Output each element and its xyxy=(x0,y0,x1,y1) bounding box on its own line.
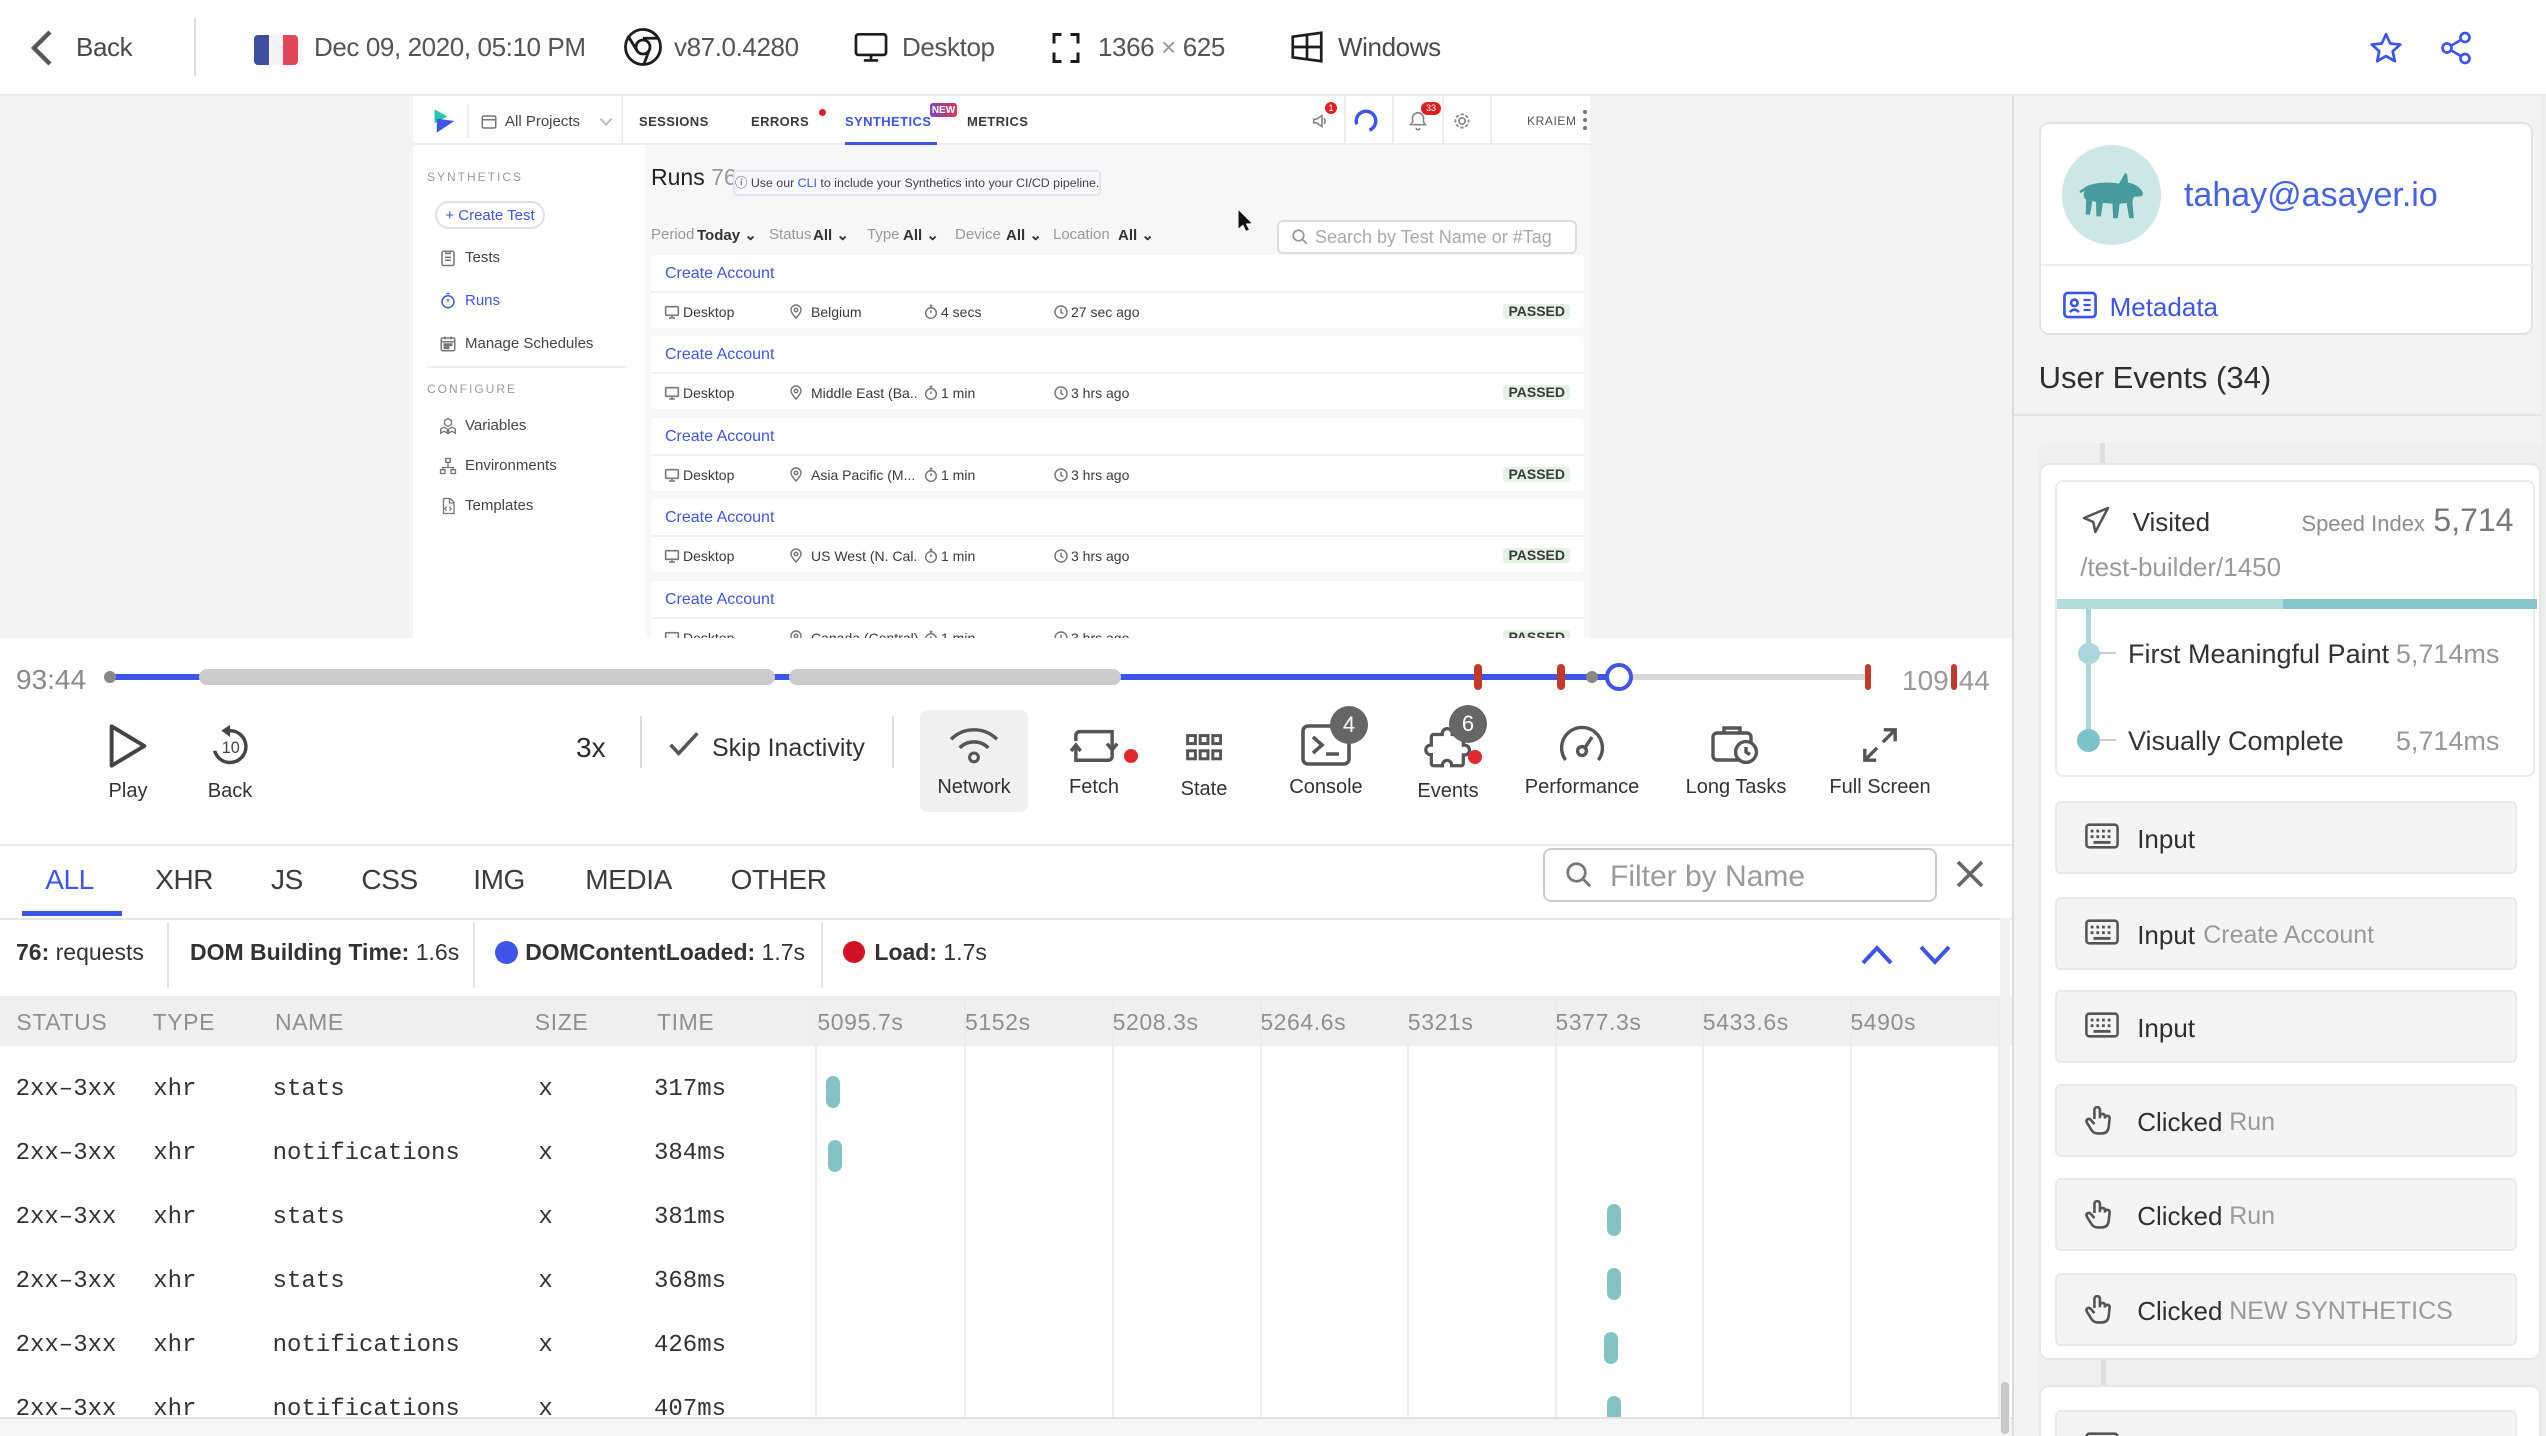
svg-text:10: 10 xyxy=(222,739,240,757)
